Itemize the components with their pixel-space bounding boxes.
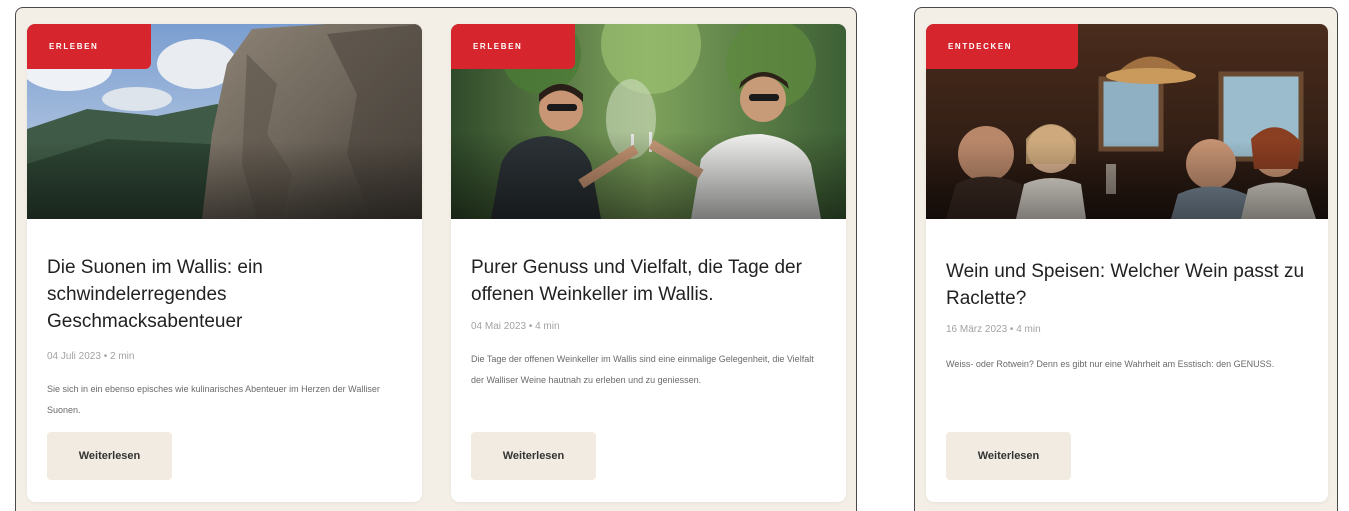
article-excerpt: Sie sich in ein ebenso episches wie kuli… [47,384,380,415]
read-more-button[interactable]: Weiterlesen [47,432,172,480]
article-excerpt: Die Tage der offenen Weinkeller im Walli… [471,354,814,385]
read-more-button[interactable]: Weiterlesen [471,432,596,480]
article-meta: 16 März 2023 • 4 min [946,324,1041,335]
article-title[interactable]: Die Suonen im Wallis: ein schwindelerreg… [47,254,400,335]
article-title[interactable]: Wein und Speisen: Welcher Wein passt zu … [946,258,1306,312]
article-image-suonen[interactable]: ERLEBEN [27,24,422,219]
article-card-raclette[interactable]: ENTDECKEN Wein und Speisen: Welcher Wein… [926,24,1328,502]
category-badge[interactable]: ERLEBEN [27,24,151,69]
article-meta: 04 Mai 2023 • 4 min [471,321,560,332]
article-image-raclette[interactable]: ENTDECKEN [926,24,1328,219]
article-carousel-panel: ERLEBEN Die Suonen im Wallis: ein schwin… [15,7,857,511]
article-carousel-panel-right: ENTDECKEN Wein und Speisen: Welcher Wein… [914,7,1338,511]
category-badge[interactable]: ENTDECKEN [926,24,1078,69]
article-meta: 04 Juli 2023 • 2 min [47,351,135,362]
article-card-suonen[interactable]: ERLEBEN Die Suonen im Wallis: ein schwin… [27,24,422,502]
read-more-button[interactable]: Weiterlesen [946,432,1071,480]
article-title[interactable]: Purer Genuss und Vielfalt, die Tage der … [471,254,824,308]
article-card-weinkeller[interactable]: ERLEBEN Purer Genuss und Vielfalt, die T… [451,24,846,502]
article-excerpt: Weiss- oder Rotwein? Denn es gibt nur ei… [946,359,1275,369]
category-badge[interactable]: ERLEBEN [451,24,575,69]
article-image-weinkeller[interactable]: ERLEBEN [451,24,846,219]
